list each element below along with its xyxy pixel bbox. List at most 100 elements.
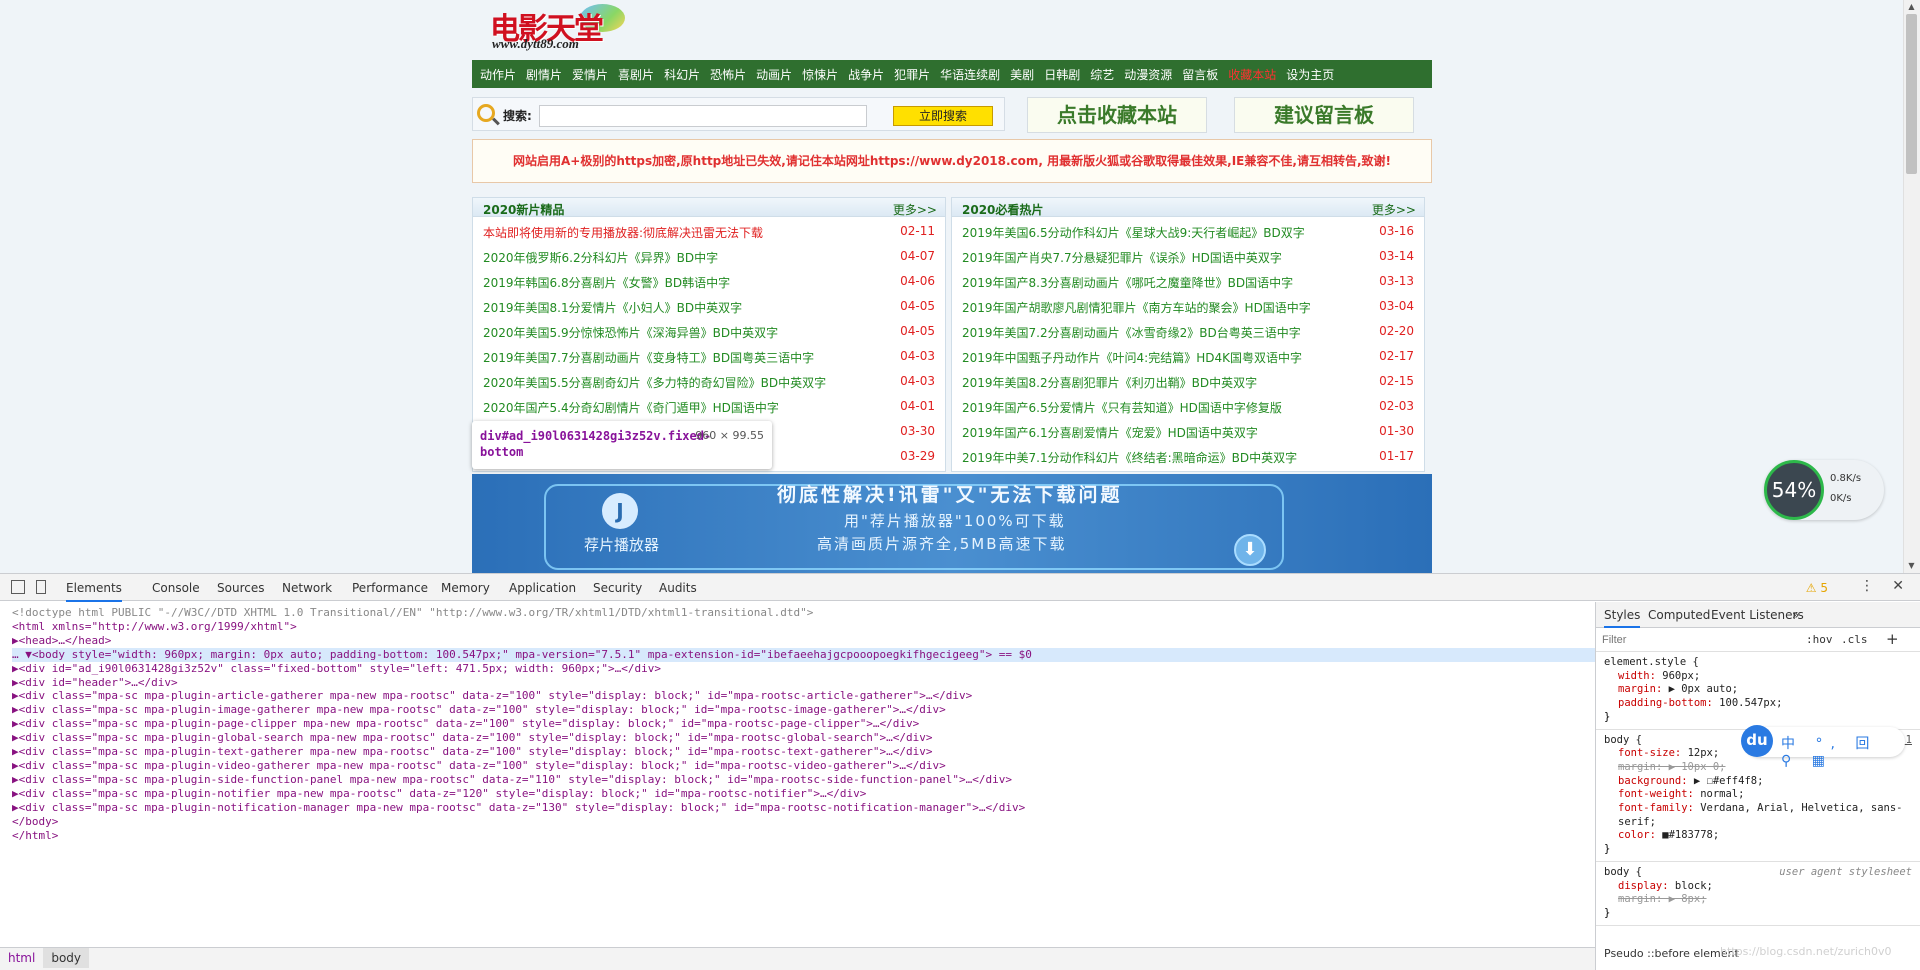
css-property[interactable]: background: ▶ ☐#eff4f8;	[1604, 775, 1912, 789]
dom-node-line[interactable]: … ▼<body style="width: 960px; margin: 0p…	[12, 647, 1595, 662]
fixed-bottom-ad-banner[interactable]: J 荐片播放器 彻底性解决!讯雷"又"无法下载问题 用"荐片播放器"100%可下…	[472, 474, 1432, 573]
more-link[interactable]: 更多>>	[1372, 201, 1416, 218]
nav-item[interactable]: 日韩剧	[1044, 66, 1080, 83]
css-property[interactable]: margin: ▶ 0px auto;	[1604, 683, 1912, 697]
dom-node-line[interactable]: ▶<div class="mpa-sc mpa-plugin-side-func…	[12, 773, 1595, 787]
scroll-up-icon[interactable]: ▲	[1903, 0, 1920, 14]
nav-item[interactable]: 动作片	[480, 66, 516, 83]
movie-title-link[interactable]: 2019年美国7.7分喜剧动画片《变身特工》BD国粤英三语中字	[483, 349, 883, 366]
breadcrumb-item[interactable]: html	[0, 948, 43, 968]
css-property[interactable]: width: 960px;	[1604, 670, 1912, 684]
dom-node-line[interactable]: ▶<div class="mpa-sc mpa-plugin-page-clip…	[12, 717, 1595, 731]
breadcrumb-item[interactable]: body	[43, 948, 90, 968]
list-item[interactable]: 2019年美国6.5分动作科幻片《星球大战9:天行者崛起》BD双字 03-16	[952, 219, 1424, 244]
styles-tab[interactable]: Styles	[1604, 608, 1641, 628]
nav-item[interactable]: 惊悚片	[802, 66, 838, 83]
styles-tab[interactable]: Computed	[1648, 608, 1710, 622]
css-property[interactable]: font-family: Verdana, Arial, Helvetica, …	[1604, 802, 1912, 829]
nav-item[interactable]: 设为主页	[1286, 66, 1334, 83]
list-item[interactable]: 2019年韩国6.8分喜剧片《女警》BD韩语中字 04-06	[473, 269, 945, 294]
movie-title-link[interactable]: 2019年韩国6.8分喜剧片《女警》BD韩语中字	[483, 274, 883, 291]
search-input[interactable]	[539, 105, 867, 127]
movie-title-link[interactable]: 2020年国产5.4分奇幻剧情片《奇门遁甲》HD国语中字	[483, 399, 883, 416]
devtools-tab-memory[interactable]: Memory	[441, 581, 490, 595]
css-property-value[interactable]: ■#183778;	[1662, 829, 1719, 841]
css-property-value[interactable]: ▶ 8px;	[1669, 893, 1707, 905]
list-item[interactable]: 2019年国产6.1分喜剧爱情片《宠爱》HD国语中英双字 01-30	[952, 419, 1424, 444]
list-item[interactable]: 2020年俄罗斯6.2分科幻片《异界》BD中字 04-07	[473, 244, 945, 269]
dom-node-line[interactable]: ▶<div class="mpa-sc mpa-plugin-article-g…	[12, 689, 1595, 703]
nav-item[interactable]: 美剧	[1010, 66, 1034, 83]
css-property-value[interactable]: 12px;	[1688, 747, 1720, 759]
nav-item[interactable]: 爱情片	[572, 66, 608, 83]
network-speed-widget[interactable]: 54% 0.8K/s 0K/s	[1764, 460, 1884, 520]
devtools-tab-audits[interactable]: Audits	[659, 581, 697, 595]
dom-node-line[interactable]: <!doctype html PUBLIC "-//W3C//DTD XHTML…	[12, 606, 1595, 620]
dom-node-line[interactable]: </body>	[12, 815, 1595, 829]
new-rule-button[interactable]: +	[1886, 630, 1899, 648]
css-property[interactable]: font-weight: normal;	[1604, 788, 1912, 802]
dom-node-line[interactable]: ▶<div class="mpa-sc mpa-plugin-image-gat…	[12, 703, 1595, 717]
nav-item[interactable]: 剧情片	[526, 66, 562, 83]
styles-filter-input[interactable]	[1602, 632, 1792, 648]
nav-item[interactable]: 留言板	[1182, 66, 1218, 83]
list-item[interactable]: 2020年美国5.9分惊悚恐怖片《深海异兽》BD中英双字 04-05	[473, 319, 945, 344]
movie-title-link[interactable]: 2019年国产肖央7.7分悬疑犯罪片《误杀》HD国语中英双字	[962, 249, 1362, 266]
ime-toolbar[interactable]: du 中 °, 回 ⚲ ▦	[1741, 725, 1905, 769]
nav-item[interactable]: 犯罪片	[894, 66, 930, 83]
page-scrollbar[interactable]: ▲ ▼	[1903, 0, 1920, 573]
nav-item[interactable]: 动画片	[756, 66, 792, 83]
dom-node-line[interactable]: ▶<div class="mpa-sc mpa-plugin-text-gath…	[12, 745, 1595, 759]
dom-node-line[interactable]: ▶<head>…</head>	[12, 634, 1595, 648]
dom-node-line[interactable]: ▶<div class="mpa-sc mpa-plugin-global-se…	[12, 731, 1595, 745]
more-link[interactable]: 更多>>	[893, 201, 937, 218]
ime-options[interactable]: 中 °, 回 ⚲ ▦	[1781, 733, 1905, 769]
styles-tab[interactable]: »	[1792, 608, 1799, 622]
movie-title-link[interactable]: 2019年美国8.1分爱情片《小妇人》BD中英双字	[483, 299, 883, 316]
dom-node-line[interactable]: ▶<div id="ad_i90l0631428gi3z52v" class="…	[12, 662, 1595, 676]
movie-title-link[interactable]: 2019年国产6.5分爱情片《只有芸知道》HD国语中字修复版	[962, 399, 1362, 416]
download-icon[interactable]: ⬇	[1234, 534, 1266, 566]
movie-title-link[interactable]: 2019年国产6.1分喜剧爱情片《宠爱》HD国语中英双字	[962, 424, 1362, 441]
css-property-value[interactable]: 100.547px;	[1719, 697, 1782, 709]
list-item[interactable]: 2019年中国甄子丹动作片《叶问4:完结篇》HD4K国粤双语中字 02-17	[952, 344, 1424, 369]
site-logo[interactable]: 电影天堂 www.dytt89.com	[472, 0, 637, 56]
devtools-tab-security[interactable]: Security	[593, 581, 642, 595]
devtools-tab-network[interactable]: Network	[282, 581, 332, 595]
nav-item[interactable]: 收藏本站	[1228, 66, 1276, 83]
css-property-value[interactable]: 960px;	[1662, 670, 1700, 682]
message-board-button[interactable]: 建议留言板	[1234, 97, 1414, 133]
movie-title-link[interactable]: 本站即将使用新的专用播放器:彻底解决迅雷无法下载	[483, 224, 883, 241]
devtools-tab-elements[interactable]: Elements	[66, 581, 122, 602]
nav-item[interactable]: 动漫资源	[1124, 66, 1172, 83]
nav-item[interactable]: 科幻片	[664, 66, 700, 83]
nav-item[interactable]: 战争片	[848, 66, 884, 83]
list-item[interactable]: 2019年美国7.7分喜剧动画片《变身特工》BD国粤英三语中字 04-03	[473, 344, 945, 369]
list-item[interactable]: 2019年国产肖央7.7分悬疑犯罪片《误杀》HD国语中英双字 03-14	[952, 244, 1424, 269]
nav-item[interactable]: 华语连续剧	[940, 66, 1000, 83]
movie-title-link[interactable]: 2020年俄罗斯6.2分科幻片《异界》BD中字	[483, 249, 883, 266]
dom-node-line[interactable]: ▶<div id="header">…</div>	[12, 676, 1595, 690]
css-property-value[interactable]: block;	[1675, 880, 1713, 892]
devtools-tab-application[interactable]: Application	[509, 581, 576, 595]
movie-title-link[interactable]: 2019年美国8.2分喜剧犯罪片《利刃出鞘》BD中英双字	[962, 374, 1362, 391]
css-property-value[interactable]: ▶ ☐#eff4f8;	[1694, 775, 1764, 787]
search-button[interactable]: 立即搜索	[893, 106, 993, 126]
list-item[interactable]: 2019年中美7.1分动作科幻片《终结者:黑暗命运》BD中英双字 01-17	[952, 444, 1424, 469]
dom-node-line[interactable]: ▶<div class="mpa-sc mpa-plugin-video-gat…	[12, 759, 1595, 773]
list-item[interactable]: 2019年美国8.1分爱情片《小妇人》BD中英双字 04-05	[473, 294, 945, 319]
close-icon[interactable]: ✕	[1892, 578, 1904, 594]
devtools-tab-sources[interactable]: Sources	[217, 581, 264, 595]
rule-selector[interactable]: element.style {	[1604, 656, 1912, 670]
css-property-value[interactable]: ▶ 10px 0;	[1669, 761, 1726, 773]
css-property[interactable]: margin: ▶ 8px;	[1604, 893, 1912, 907]
list-item[interactable]: 2020年国产5.4分奇幻剧情片《奇门遁甲》HD国语中字 04-01	[473, 394, 945, 419]
rule-source-link[interactable]: user agent stylesheet	[1779, 866, 1912, 880]
list-item[interactable]: 2019年国产8.3分喜剧动画片《哪吒之魔童降世》BD国语中字 03-13	[952, 269, 1424, 294]
bookmark-site-button[interactable]: 点击收藏本站	[1027, 97, 1207, 133]
dom-node-line[interactable]: </html>	[12, 829, 1595, 843]
css-property[interactable]: display: block;	[1604, 880, 1912, 894]
css-property-value[interactable]: ▶ 0px auto;	[1669, 683, 1739, 695]
list-item[interactable]: 本站即将使用新的专用播放器:彻底解决迅雷无法下载 02-11	[473, 219, 945, 244]
movie-title-link[interactable]: 2019年国产胡歌廖凡剧情犯罪片《南方车站的聚会》HD国语中字	[962, 299, 1362, 316]
